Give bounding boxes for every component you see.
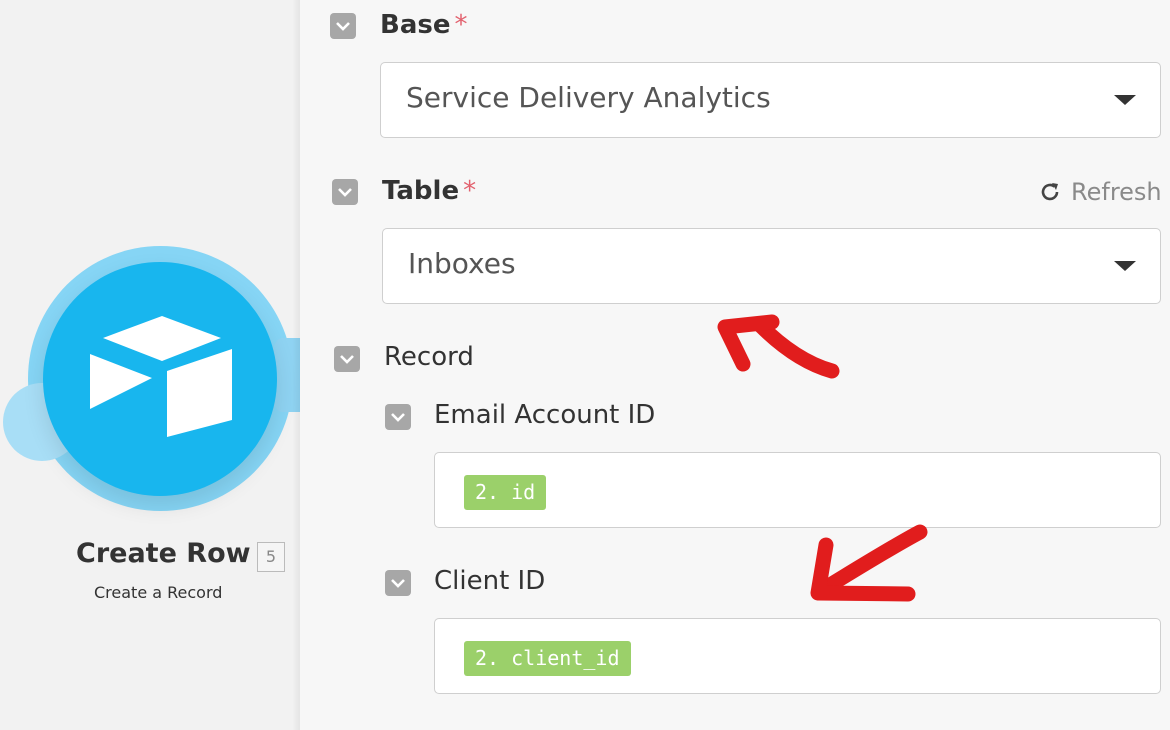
record-collapse-toggle[interactable]: [334, 346, 360, 372]
refresh-button[interactable]: Refresh: [1039, 178, 1162, 206]
chevron-down-icon: [340, 355, 354, 364]
mapped-value-pill[interactable]: 2. client_id: [464, 641, 631, 676]
table-collapse-toggle[interactable]: [332, 179, 358, 205]
base-label: Base *: [380, 10, 468, 40]
record-label: Record: [384, 342, 474, 372]
base-collapse-toggle[interactable]: [330, 13, 356, 39]
chevron-down-icon: [391, 579, 405, 588]
refresh-label: Refresh: [1071, 178, 1162, 206]
caret-down-icon: [1114, 261, 1136, 271]
airtable-icon: [90, 316, 232, 437]
scenario-canvas: Create Row 5 Create a Record: [0, 0, 300, 730]
table-label: Table *: [382, 176, 477, 206]
base-select-value: Service Delivery Analytics: [406, 81, 771, 114]
refresh-icon: [1041, 183, 1059, 201]
chevron-down-icon: [338, 188, 352, 197]
client-id-collapse-toggle[interactable]: [385, 570, 411, 596]
client-id-field[interactable]: 2. client_id: [434, 618, 1161, 694]
chevron-down-icon: [336, 22, 350, 31]
module-settings-panel: Base * Service Delivery Analytics Table * …: [300, 0, 1170, 730]
mapped-value-pill[interactable]: 2. id: [464, 475, 547, 510]
client-id-label: Client ID: [434, 566, 546, 596]
email-account-id-field[interactable]: 2. id: [434, 452, 1161, 528]
module-id-badge: 5: [257, 542, 285, 572]
table-select[interactable]: Inboxes: [382, 228, 1161, 304]
table-select-value: Inboxes: [408, 247, 516, 280]
module-subtitle: Create a Record: [94, 583, 223, 602]
base-select[interactable]: Service Delivery Analytics: [380, 62, 1161, 138]
email-account-id-collapse-toggle[interactable]: [385, 404, 411, 430]
chevron-down-icon: [391, 413, 405, 422]
module-title: Create Row: [76, 538, 251, 569]
caret-down-icon: [1114, 95, 1136, 105]
email-account-id-label: Email Account ID: [434, 400, 656, 430]
